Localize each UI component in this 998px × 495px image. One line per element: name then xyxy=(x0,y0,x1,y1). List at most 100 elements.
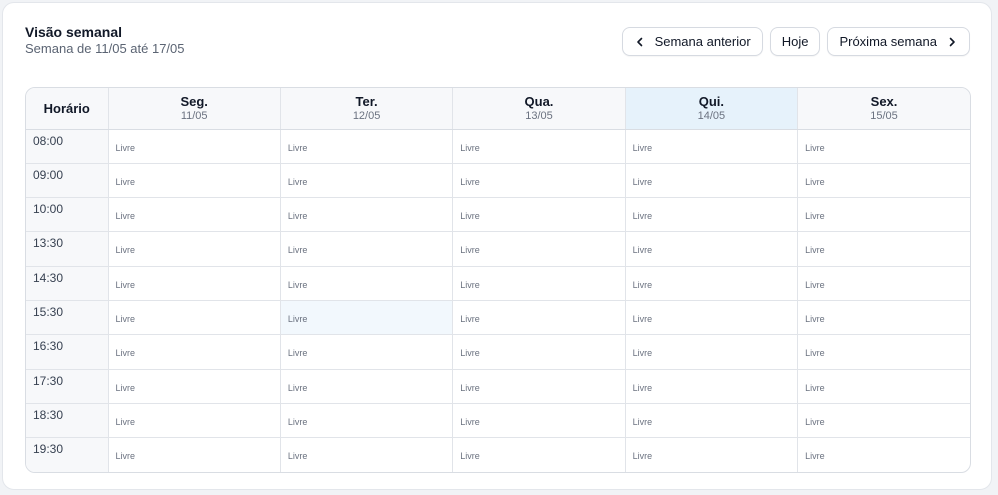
time-label: 17:30 xyxy=(26,369,109,404)
free-slot-cell[interactable]: Livre xyxy=(797,197,970,233)
free-slot-cell[interactable]: Livre xyxy=(452,197,626,233)
day-date: 11/05 xyxy=(180,109,208,122)
chevron-left-icon xyxy=(634,36,646,48)
free-slot-cell[interactable]: Livre xyxy=(108,231,281,267)
time-slot-row: 09:00 Livre Livre Livre Livre Livre xyxy=(26,163,970,199)
chevron-right-icon xyxy=(946,36,958,48)
free-slot-cell[interactable]: Livre xyxy=(452,334,626,370)
free-slot-cell[interactable]: Livre xyxy=(108,403,281,439)
free-slot-cell[interactable]: Livre xyxy=(625,437,799,472)
free-slot-cell[interactable]: Livre xyxy=(625,163,799,199)
free-slot-cell[interactable]: Livre xyxy=(280,163,454,199)
free-slot-cell[interactable]: Livre xyxy=(625,129,799,164)
day-header: Qua. 13/05 xyxy=(452,88,626,130)
free-slot-cell[interactable]: Livre xyxy=(797,129,970,164)
free-slot-cell[interactable]: Livre xyxy=(108,369,281,404)
time-slot-row: 10:00 Livre Livre Livre Livre Livre xyxy=(26,197,970,233)
free-slot-cell[interactable]: Livre xyxy=(797,163,970,199)
free-slot-cell[interactable]: Livre xyxy=(280,197,454,233)
free-slot-cell[interactable]: Livre xyxy=(625,369,799,404)
weekly-view-card: Visão semanal Semana de 11/05 até 17/05 … xyxy=(2,2,992,490)
week-navigation: Semana anterior Hoje Próxima semana xyxy=(621,27,970,56)
time-slot-row: 16:30 Livre Livre Livre Livre Livre xyxy=(26,334,970,370)
page-title: Visão semanal xyxy=(25,24,123,40)
free-slot-cell[interactable]: Livre xyxy=(280,403,454,439)
free-slot-cell[interactable]: Livre xyxy=(280,437,454,472)
today-label: Hoje xyxy=(781,34,809,49)
free-slot-cell[interactable]: Livre xyxy=(452,266,626,301)
day-name: Sex. xyxy=(870,93,898,109)
free-slot-cell[interactable]: Livre xyxy=(108,437,281,472)
day-date: 15/05 xyxy=(870,109,898,122)
time-label: 14:30 xyxy=(26,266,109,301)
free-slot-cell[interactable]: Livre xyxy=(797,369,970,404)
day-name: Seg. xyxy=(180,93,208,109)
time-label: 18:30 xyxy=(26,403,109,439)
free-slot-cell[interactable]: Livre xyxy=(797,300,970,336)
free-slot-cell[interactable]: Livre xyxy=(797,231,970,267)
day-name: Ter. xyxy=(355,93,378,109)
time-slot-row: 08:00 Livre Livre Livre Livre Livre xyxy=(26,129,970,164)
time-slot-row: 14:30 Livre Livre Livre Livre Livre xyxy=(26,266,970,301)
free-slot-cell[interactable]: Livre xyxy=(798,438,970,472)
free-slot-cell[interactable]: Livre xyxy=(797,403,970,439)
schedule-header-row: Horário Seg. 11/05 Ter. 12/05 Qua. 13/05 Qui. 1… xyxy=(26,88,970,130)
free-slot-cell[interactable]: Livre xyxy=(797,334,970,370)
previous-week-label: Semana anterior xyxy=(654,34,751,49)
free-slot-cell[interactable]: Livre xyxy=(108,197,281,233)
free-slot-cell[interactable]: Livre xyxy=(280,266,454,301)
time-label: 19:30 xyxy=(26,437,109,472)
free-slot-cell[interactable]: Livre xyxy=(280,300,454,336)
time-slot-row: 17:30 Livre Livre Livre Livre Livre xyxy=(26,369,970,404)
free-slot-cell[interactable]: Livre xyxy=(625,266,799,301)
free-slot-cell[interactable]: Livre xyxy=(280,129,454,164)
time-label: 16:30 xyxy=(26,334,109,370)
free-slot-cell[interactable]: Livre xyxy=(452,403,626,439)
free-slot-cell[interactable]: Livre xyxy=(452,369,626,404)
time-label: 09:00 xyxy=(26,163,109,199)
free-slot-cell[interactable]: Livre xyxy=(625,300,799,336)
time-slot-row: 13:30 Livre Livre Livre Livre Livre xyxy=(26,231,970,267)
day-date: 13/05 xyxy=(525,109,553,122)
time-slot-row: 18:30 Livre Livre Livre Livre Livre xyxy=(26,403,970,439)
free-slot-cell[interactable]: Livre xyxy=(452,163,626,199)
free-slot-cell[interactable]: Livre xyxy=(280,369,454,404)
day-header: Ter. 12/05 xyxy=(280,88,454,130)
day-date: 12/05 xyxy=(352,109,381,122)
day-name: Qua. xyxy=(524,93,554,109)
weekly-schedule-grid: Horário Seg. 11/05 Ter. 12/05 Qua. 13/05 Qui. 1… xyxy=(25,87,971,473)
free-slot-cell[interactable]: Livre xyxy=(625,403,799,439)
free-slot-cell[interactable]: Livre xyxy=(108,266,281,301)
free-slot-cell[interactable]: Livre xyxy=(452,129,626,164)
previous-week-button[interactable]: Semana anterior xyxy=(621,27,763,56)
time-label: 10:00 xyxy=(26,197,109,233)
today-button[interactable]: Hoje xyxy=(769,27,821,56)
free-slot-cell[interactable]: Livre xyxy=(452,300,626,336)
free-slot-cell[interactable]: Livre xyxy=(625,197,799,233)
time-slot-row: 15:30 Livre Livre Livre Livre Livre xyxy=(26,300,970,336)
free-slot-cell[interactable]: Livre xyxy=(280,231,454,267)
free-slot-cell[interactable]: Livre xyxy=(108,163,281,199)
week-range-subtitle: Semana de 11/05 até 17/05 xyxy=(25,41,185,56)
time-label: 15:30 xyxy=(26,300,109,336)
free-slot-cell[interactable]: Livre xyxy=(108,300,281,336)
day-header: Qui. 14/05 xyxy=(625,88,799,130)
free-slot-cell[interactable]: Livre xyxy=(797,266,970,301)
free-slot-cell[interactable]: Livre xyxy=(625,231,799,267)
schedule-body: 08:00 Livre Livre Livre Livre Livre 09:00 Livre… xyxy=(26,129,970,472)
time-slot-row: 19:30 Livre Livre Livre Livre Livre xyxy=(26,437,970,472)
free-slot-cell[interactable]: Livre xyxy=(108,129,281,164)
time-column-header: Horário xyxy=(26,88,109,130)
time-label: 08:00 xyxy=(26,129,109,164)
next-week-button[interactable]: Próxima semana xyxy=(827,27,970,56)
free-slot-cell[interactable]: Livre xyxy=(625,334,799,370)
free-slot-cell[interactable]: Livre xyxy=(280,334,454,370)
schedule-table: Horário Seg. 11/05 Ter. 12/05 Qua. 13/05 Qui. 1… xyxy=(26,88,970,472)
day-date: 14/05 xyxy=(697,109,726,122)
day-header: Sex. 15/05 xyxy=(797,88,970,130)
free-slot-cell[interactable]: Livre xyxy=(452,231,626,267)
free-slot-cell[interactable]: Livre xyxy=(108,334,281,370)
next-week-label: Próxima semana xyxy=(839,34,937,49)
free-slot-cell[interactable]: Livre xyxy=(452,437,626,472)
day-header: Seg. 11/05 xyxy=(108,88,281,130)
